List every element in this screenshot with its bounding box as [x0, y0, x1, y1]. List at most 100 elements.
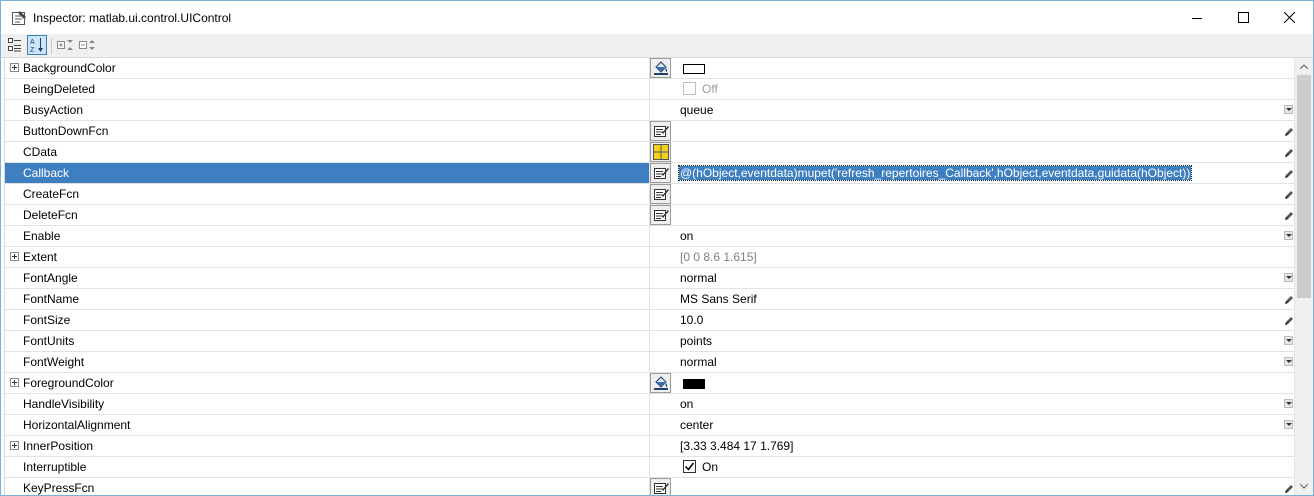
property-row[interactable]: FontWeight normal — [5, 352, 1294, 373]
scrollbar-thumb[interactable] — [1297, 75, 1311, 298]
property-row[interactable]: FontSize 10.0 — [5, 310, 1294, 331]
property-row[interactable]: BusyAction queue — [5, 100, 1294, 121]
callback-editor-button[interactable] — [650, 184, 671, 204]
expand-plus-icon[interactable] — [10, 252, 19, 261]
property-row[interactable]: BeingDeleted Off — [5, 79, 1294, 100]
property-row[interactable]: CreateFcn — [5, 184, 1294, 205]
property-row[interactable]: ButtonDownFcn — [5, 121, 1294, 142]
pencil-icon[interactable] — [1284, 315, 1294, 325]
property-value[interactable]: normal — [680, 271, 717, 285]
property-value-cell[interactable]: 10.0 — [650, 310, 1294, 330]
property-value-cell[interactable] — [650, 478, 1294, 495]
property-name-cell[interactable]: Callback — [5, 163, 650, 183]
property-value[interactable]: on — [680, 397, 693, 411]
property-name-cell[interactable]: FontWeight — [5, 352, 650, 372]
property-name-cell[interactable]: ForegroundColor — [5, 373, 650, 393]
property-value-cell[interactable]: [3.33 3.484 17 1.769] — [650, 436, 1294, 456]
property-value-cell[interactable] — [650, 184, 1294, 204]
property-value-cell[interactable] — [650, 373, 1294, 393]
property-name-cell[interactable]: HandleVisibility — [5, 394, 650, 414]
property-value[interactable]: 10.0 — [680, 313, 703, 327]
dropdown-arrow-icon[interactable] — [1284, 357, 1293, 366]
property-row[interactable]: FontAngle normal — [5, 268, 1294, 289]
pencil-icon[interactable] — [1284, 168, 1294, 178]
dropdown-arrow-icon[interactable] — [1284, 420, 1293, 429]
grid-editor-button[interactable] — [650, 142, 671, 162]
pencil-icon[interactable] — [1284, 126, 1294, 136]
property-row[interactable]: HandleVisibility on — [5, 394, 1294, 415]
property-value-cell[interactable]: [0 0 8.6 1.615] — [650, 247, 1294, 267]
maximize-button[interactable] — [1220, 1, 1266, 34]
property-row[interactable]: FontName MS Sans Serif — [5, 289, 1294, 310]
property-value-cell[interactable]: On — [650, 457, 1294, 477]
property-name-cell[interactable]: CreateFcn — [5, 184, 650, 204]
property-name-cell[interactable]: BusyAction — [5, 100, 650, 120]
checkbox[interactable] — [683, 460, 696, 473]
minimize-button[interactable] — [1174, 1, 1220, 34]
property-name-cell[interactable]: Extent — [5, 247, 650, 267]
dropdown-arrow-icon[interactable] — [1284, 273, 1293, 282]
property-value-cell[interactable] — [650, 58, 1294, 78]
close-button[interactable] — [1266, 1, 1312, 34]
property-row[interactable]: KeyPressFcn — [5, 478, 1294, 495]
callback-editor-button[interactable] — [650, 205, 671, 225]
property-name-cell[interactable]: BackgroundColor — [5, 58, 650, 78]
callback-editor-button[interactable] — [650, 163, 671, 183]
property-name-cell[interactable]: FontAngle — [5, 268, 650, 288]
property-row[interactable]: BackgroundColor — [5, 58, 1294, 79]
property-row[interactable]: FontUnits points — [5, 331, 1294, 352]
property-value-cell[interactable]: normal — [650, 268, 1294, 288]
property-value-cell[interactable]: queue — [650, 100, 1294, 120]
property-name-cell[interactable]: FontName — [5, 289, 650, 309]
property-name-cell[interactable]: Enable — [5, 226, 650, 246]
property-name-cell[interactable]: KeyPressFcn — [5, 478, 650, 495]
property-value-cell[interactable] — [650, 205, 1294, 225]
property-name-cell[interactable]: BeingDeleted — [5, 79, 650, 99]
property-row[interactable]: InnerPosition [3.33 3.484 17 1.769] — [5, 436, 1294, 457]
property-row[interactable]: HorizontalAlignment center — [5, 415, 1294, 436]
property-row[interactable]: Enable on — [5, 226, 1294, 247]
dropdown-arrow-icon[interactable] — [1284, 399, 1293, 408]
pencil-icon[interactable] — [1284, 210, 1294, 220]
property-value-cell[interactable]: on — [650, 394, 1294, 414]
property-row[interactable]: DeleteFcn — [5, 205, 1294, 226]
dropdown-arrow-icon[interactable] — [1284, 336, 1293, 345]
scroll-down-button[interactable] — [1295, 478, 1313, 495]
sort-alphabetically-button[interactable]: A Z — [27, 35, 47, 55]
property-value-cell[interactable]: MS Sans Serif — [650, 289, 1294, 309]
color-swatch[interactable] — [683, 379, 705, 389]
property-value-cell[interactable]: points — [650, 331, 1294, 351]
color-picker-editor-button[interactable] — [650, 58, 671, 78]
pencil-icon[interactable] — [1284, 294, 1294, 304]
callback-editor-button[interactable] — [650, 121, 671, 141]
pencil-icon[interactable] — [1284, 147, 1294, 157]
property-value-cell[interactable]: Off — [650, 79, 1294, 99]
expand-plus-icon[interactable] — [10, 441, 19, 450]
property-value-cell[interactable]: normal — [650, 352, 1294, 372]
dropdown-arrow-icon[interactable] — [1284, 105, 1293, 114]
property-value[interactable]: center — [680, 418, 713, 432]
property-row[interactable]: CData — [5, 142, 1294, 163]
property-value[interactable]: points — [680, 334, 712, 348]
property-value[interactable]: MS Sans Serif — [680, 292, 757, 306]
property-row[interactable]: Extent [0 0 8.6 1.615] — [5, 247, 1294, 268]
property-row[interactable]: Interruptible On — [5, 457, 1294, 478]
property-row[interactable]: Callback @(hObject,eventdata)mupet('refre… — [5, 163, 1294, 184]
property-name-cell[interactable]: ButtonDownFcn — [5, 121, 650, 141]
property-row[interactable]: ForegroundColor — [5, 373, 1294, 394]
color-swatch[interactable] — [683, 64, 705, 74]
property-name-cell[interactable]: CData — [5, 142, 650, 162]
expand-plus-icon[interactable] — [10, 63, 19, 72]
callback-editor-button[interactable] — [650, 478, 671, 495]
property-value-cell[interactable]: center — [650, 415, 1294, 435]
property-value-cell[interactable]: on — [650, 226, 1294, 246]
property-value[interactable]: queue — [680, 103, 713, 117]
property-value-cell[interactable]: @(hObject,eventdata)mupet('refresh_reper… — [650, 163, 1294, 183]
property-value[interactable]: normal — [680, 355, 717, 369]
title-bar[interactable]: Inspector: matlab.ui.control.UIControl — [1, 1, 1313, 34]
property-value-cell[interactable] — [650, 121, 1294, 141]
dropdown-arrow-icon[interactable] — [1284, 231, 1293, 240]
pencil-icon[interactable] — [1284, 189, 1294, 199]
color-picker-editor-button[interactable] — [650, 373, 671, 393]
vertical-scrollbar[interactable] — [1294, 58, 1313, 495]
